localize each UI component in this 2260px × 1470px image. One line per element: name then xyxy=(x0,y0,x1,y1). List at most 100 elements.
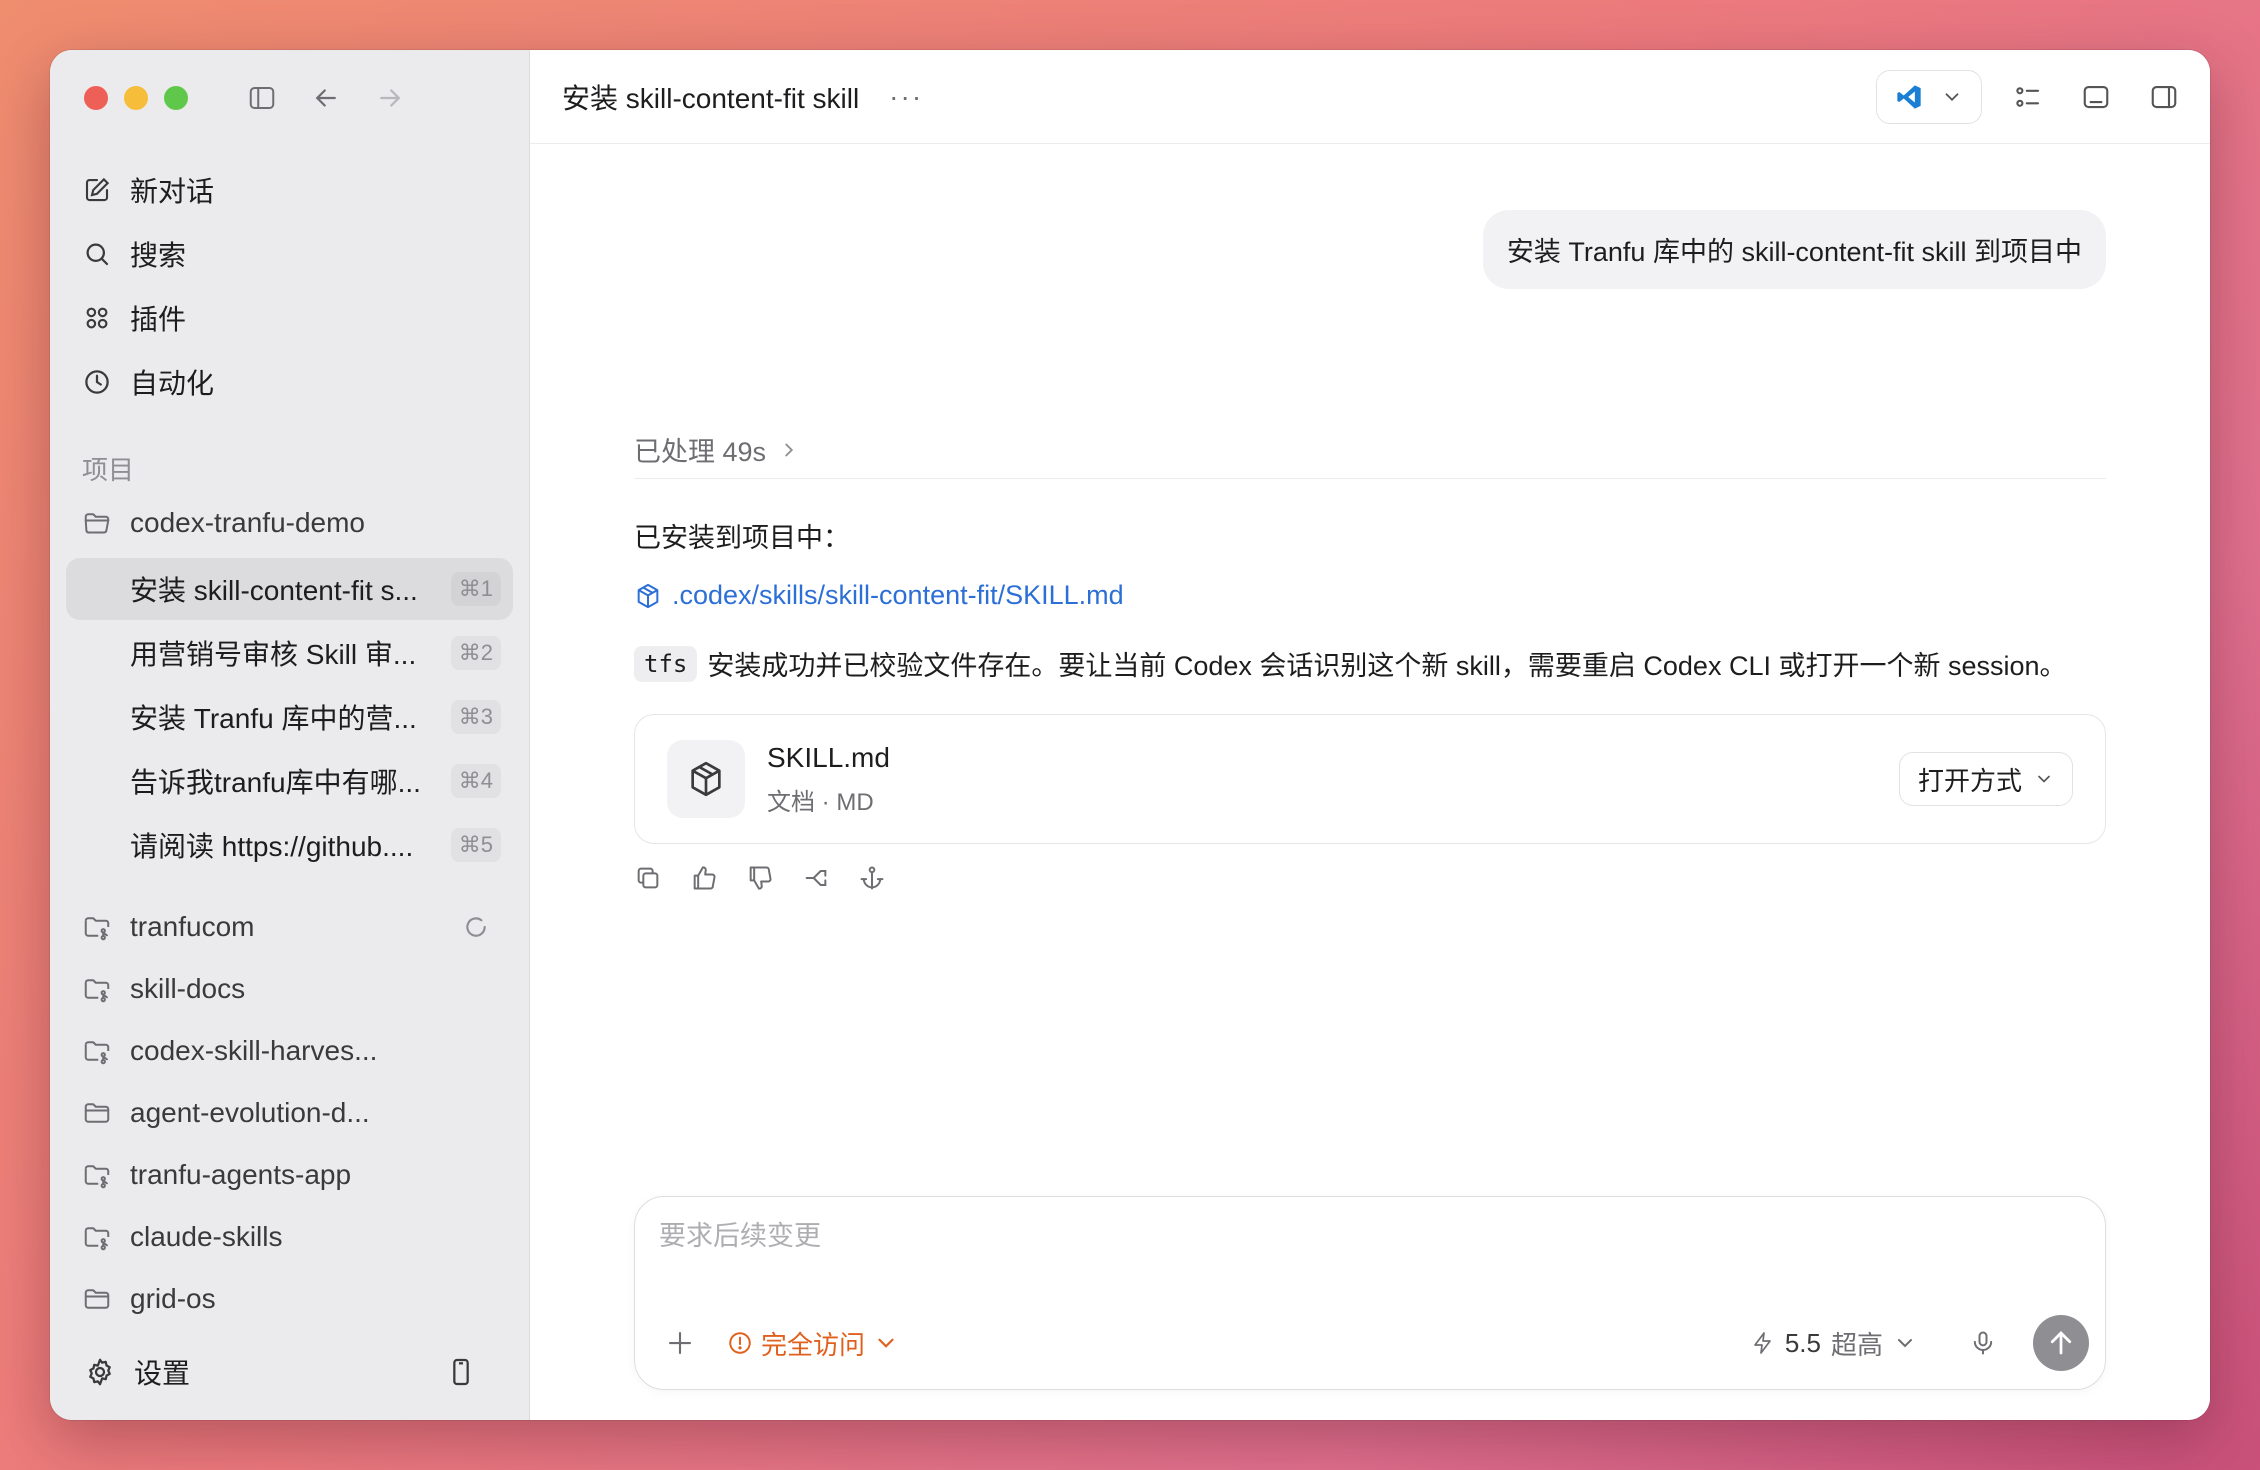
file-path-link[interactable]: .codex/skills/skill-content-fit/SKILL.md xyxy=(634,580,1124,611)
file-card[interactable]: SKILL.md 文档 · MD 打开方式 xyxy=(634,714,2106,844)
minimize-window-button[interactable] xyxy=(124,86,148,110)
folder-icon xyxy=(84,1103,110,1123)
nav-label: 搜索 xyxy=(130,240,187,271)
access-level-dropdown[interactable]: 完全访问 xyxy=(727,1325,899,1362)
project-item[interactable]: agent-evolution-d... xyxy=(50,1082,513,1144)
thread-item[interactable]: 安装 Tranfu 库中的营... ⌘3 xyxy=(66,686,513,748)
send-button[interactable] xyxy=(2033,1315,2089,1371)
clock-icon xyxy=(85,370,109,394)
plugins-button[interactable]: 插件 xyxy=(66,286,513,350)
sidebar-footer: 设置 xyxy=(50,1324,529,1420)
add-attachment-button[interactable] xyxy=(655,1318,705,1368)
git-folder-icon xyxy=(84,1227,110,1251)
project-item[interactable]: codex-skill-harves... xyxy=(50,1020,513,1082)
access-label: 完全访问 xyxy=(761,1329,866,1360)
thread-list: 安装 skill-content-fit s... ⌘1 用营销号审核 Skil… xyxy=(50,558,529,876)
copy-icon[interactable] xyxy=(630,860,666,896)
automation-button[interactable]: 自动化 xyxy=(66,350,513,414)
project-item[interactable]: skill-docs xyxy=(50,958,513,1020)
inline-code: tfs xyxy=(634,645,698,682)
thread-item[interactable]: 安装 skill-content-fit s... ⌘1 xyxy=(66,558,513,620)
sidebar-toggle-icon[interactable] xyxy=(240,76,284,120)
zoom-window-button[interactable] xyxy=(164,86,188,110)
folder-icon xyxy=(84,1289,110,1309)
toolbar-right xyxy=(1876,69,2210,124)
plus-icon xyxy=(668,1331,692,1355)
thread-shortcut: ⌘5 xyxy=(450,828,501,862)
fork-icon[interactable] xyxy=(798,860,834,896)
file-meta: SKILL.md 文档 · MD xyxy=(767,742,890,817)
nav-label: 插件 xyxy=(130,304,187,335)
thread-shortcut: ⌘2 xyxy=(450,636,501,670)
git-folder-icon xyxy=(84,1165,110,1189)
thread-item[interactable]: 请阅读 https://github.... ⌘5 xyxy=(66,814,513,876)
more-options-button[interactable]: ··· xyxy=(889,81,923,113)
thread-item[interactable]: 告诉我tranfu库中有哪... ⌘4 xyxy=(66,750,513,812)
thread-label: 告诉我tranfu库中有哪... xyxy=(130,767,421,798)
chevron-right-icon xyxy=(785,443,794,456)
plugins-icon xyxy=(86,307,108,329)
project-codex-tranfu-demo[interactable]: codex-tranfu-demo xyxy=(50,492,513,554)
thread-item[interactable]: 用营销号审核 Skill 审... ⌘2 xyxy=(66,622,513,684)
compose-icon xyxy=(85,177,110,202)
project-label: codex-skill-harves... xyxy=(130,1035,378,1066)
thumbs-down-icon[interactable] xyxy=(742,860,778,896)
package-icon xyxy=(637,583,659,608)
follow-up-input[interactable] xyxy=(659,1221,2081,1252)
sidebar-nav: 新对话 搜索 插件 自动化 xyxy=(50,158,529,414)
project-label: skill-docs xyxy=(130,973,246,1004)
microphone-icon[interactable] xyxy=(1963,1323,2003,1363)
package-icon xyxy=(667,740,745,818)
anchor-icon[interactable] xyxy=(854,860,890,896)
reply-text: 安装成功并已校验文件存在。要让当前 Codex 会话识别这个新 skill，需要… xyxy=(707,651,2067,681)
chevron-down-icon xyxy=(1945,92,1959,101)
reply-body: tfs 安装成功并已校验文件存在。要让当前 Codex 会话识别这个新 skil… xyxy=(634,644,2067,683)
app-window: 新对话 搜索 插件 自动化 项目 codex-tranfu-demo 安装 sk… xyxy=(50,50,2210,1420)
composer-toolbar: 完全访问 5.5 超高 xyxy=(655,1313,2089,1373)
user-message: 安装 Tranfu 库中的 skill-content-fit skill 到项… xyxy=(1482,210,2106,289)
projects-section-label: 项目 xyxy=(82,454,135,485)
project-item[interactable]: tranfu-agents-app xyxy=(50,1144,513,1206)
new-chat-button[interactable]: 新对话 xyxy=(66,158,513,222)
project-item[interactable]: grid-os xyxy=(50,1268,513,1330)
model-selector[interactable]: 5.5 超高 xyxy=(1751,1325,1917,1362)
project-label: tranfu-agents-app xyxy=(130,1159,352,1190)
window-controls xyxy=(50,50,529,146)
thread-shortcut: ⌘3 xyxy=(450,700,501,734)
git-folder-icon xyxy=(84,1041,110,1065)
top-bar: 安装 skill-content-fit skill ··· xyxy=(530,50,2210,144)
thread-label: 请阅读 https://github.... xyxy=(130,831,414,862)
message-actions xyxy=(630,860,890,896)
processed-toggle[interactable]: 已处理 49s xyxy=(634,430,800,469)
git-folder-icon xyxy=(84,917,110,941)
nav-label: 新对话 xyxy=(130,176,215,207)
thumbs-up-icon[interactable] xyxy=(686,860,722,896)
search-icon xyxy=(86,243,109,266)
loading-spinner-icon xyxy=(466,917,486,937)
composer: 完全访问 5.5 超高 xyxy=(634,1196,2106,1390)
bottom-panel-toggle-icon[interactable] xyxy=(2074,75,2118,119)
chevron-down-icon xyxy=(1898,1339,1912,1348)
checklist-icon[interactable] xyxy=(2006,75,2050,119)
model-effort: 超高 xyxy=(1830,1329,1883,1360)
back-arrow-icon[interactable] xyxy=(304,76,348,120)
open-in-editor-button[interactable] xyxy=(1876,69,1982,124)
lightning-icon xyxy=(1753,1332,1771,1354)
sidebar: 新对话 搜索 插件 自动化 项目 codex-tranfu-demo 安装 sk… xyxy=(50,50,530,1420)
open-with-button[interactable]: 打开方式 xyxy=(1898,752,2073,806)
right-panel-toggle-icon[interactable] xyxy=(2142,75,2186,119)
thread-label: 用营销号审核 Skill 审... xyxy=(130,639,417,670)
phone-icon[interactable] xyxy=(445,1356,477,1388)
search-button[interactable]: 搜索 xyxy=(66,222,513,286)
close-window-button[interactable] xyxy=(84,86,108,110)
project-item[interactable]: tranfucom xyxy=(50,896,513,958)
thread-shortcut: ⌘1 xyxy=(450,572,501,606)
file-path-text: .codex/skills/skill-content-fit/SKILL.md xyxy=(672,580,1124,610)
forward-arrow-icon[interactable] xyxy=(368,76,412,120)
project-label: tranfucom xyxy=(130,911,255,942)
settings-button[interactable]: 设置 xyxy=(134,1352,190,1392)
project-item[interactable]: claude-skills xyxy=(50,1206,513,1268)
git-folder-icon xyxy=(84,979,110,1003)
file-name: SKILL.md xyxy=(767,741,890,773)
processed-label: 已处理 49s xyxy=(634,437,767,467)
